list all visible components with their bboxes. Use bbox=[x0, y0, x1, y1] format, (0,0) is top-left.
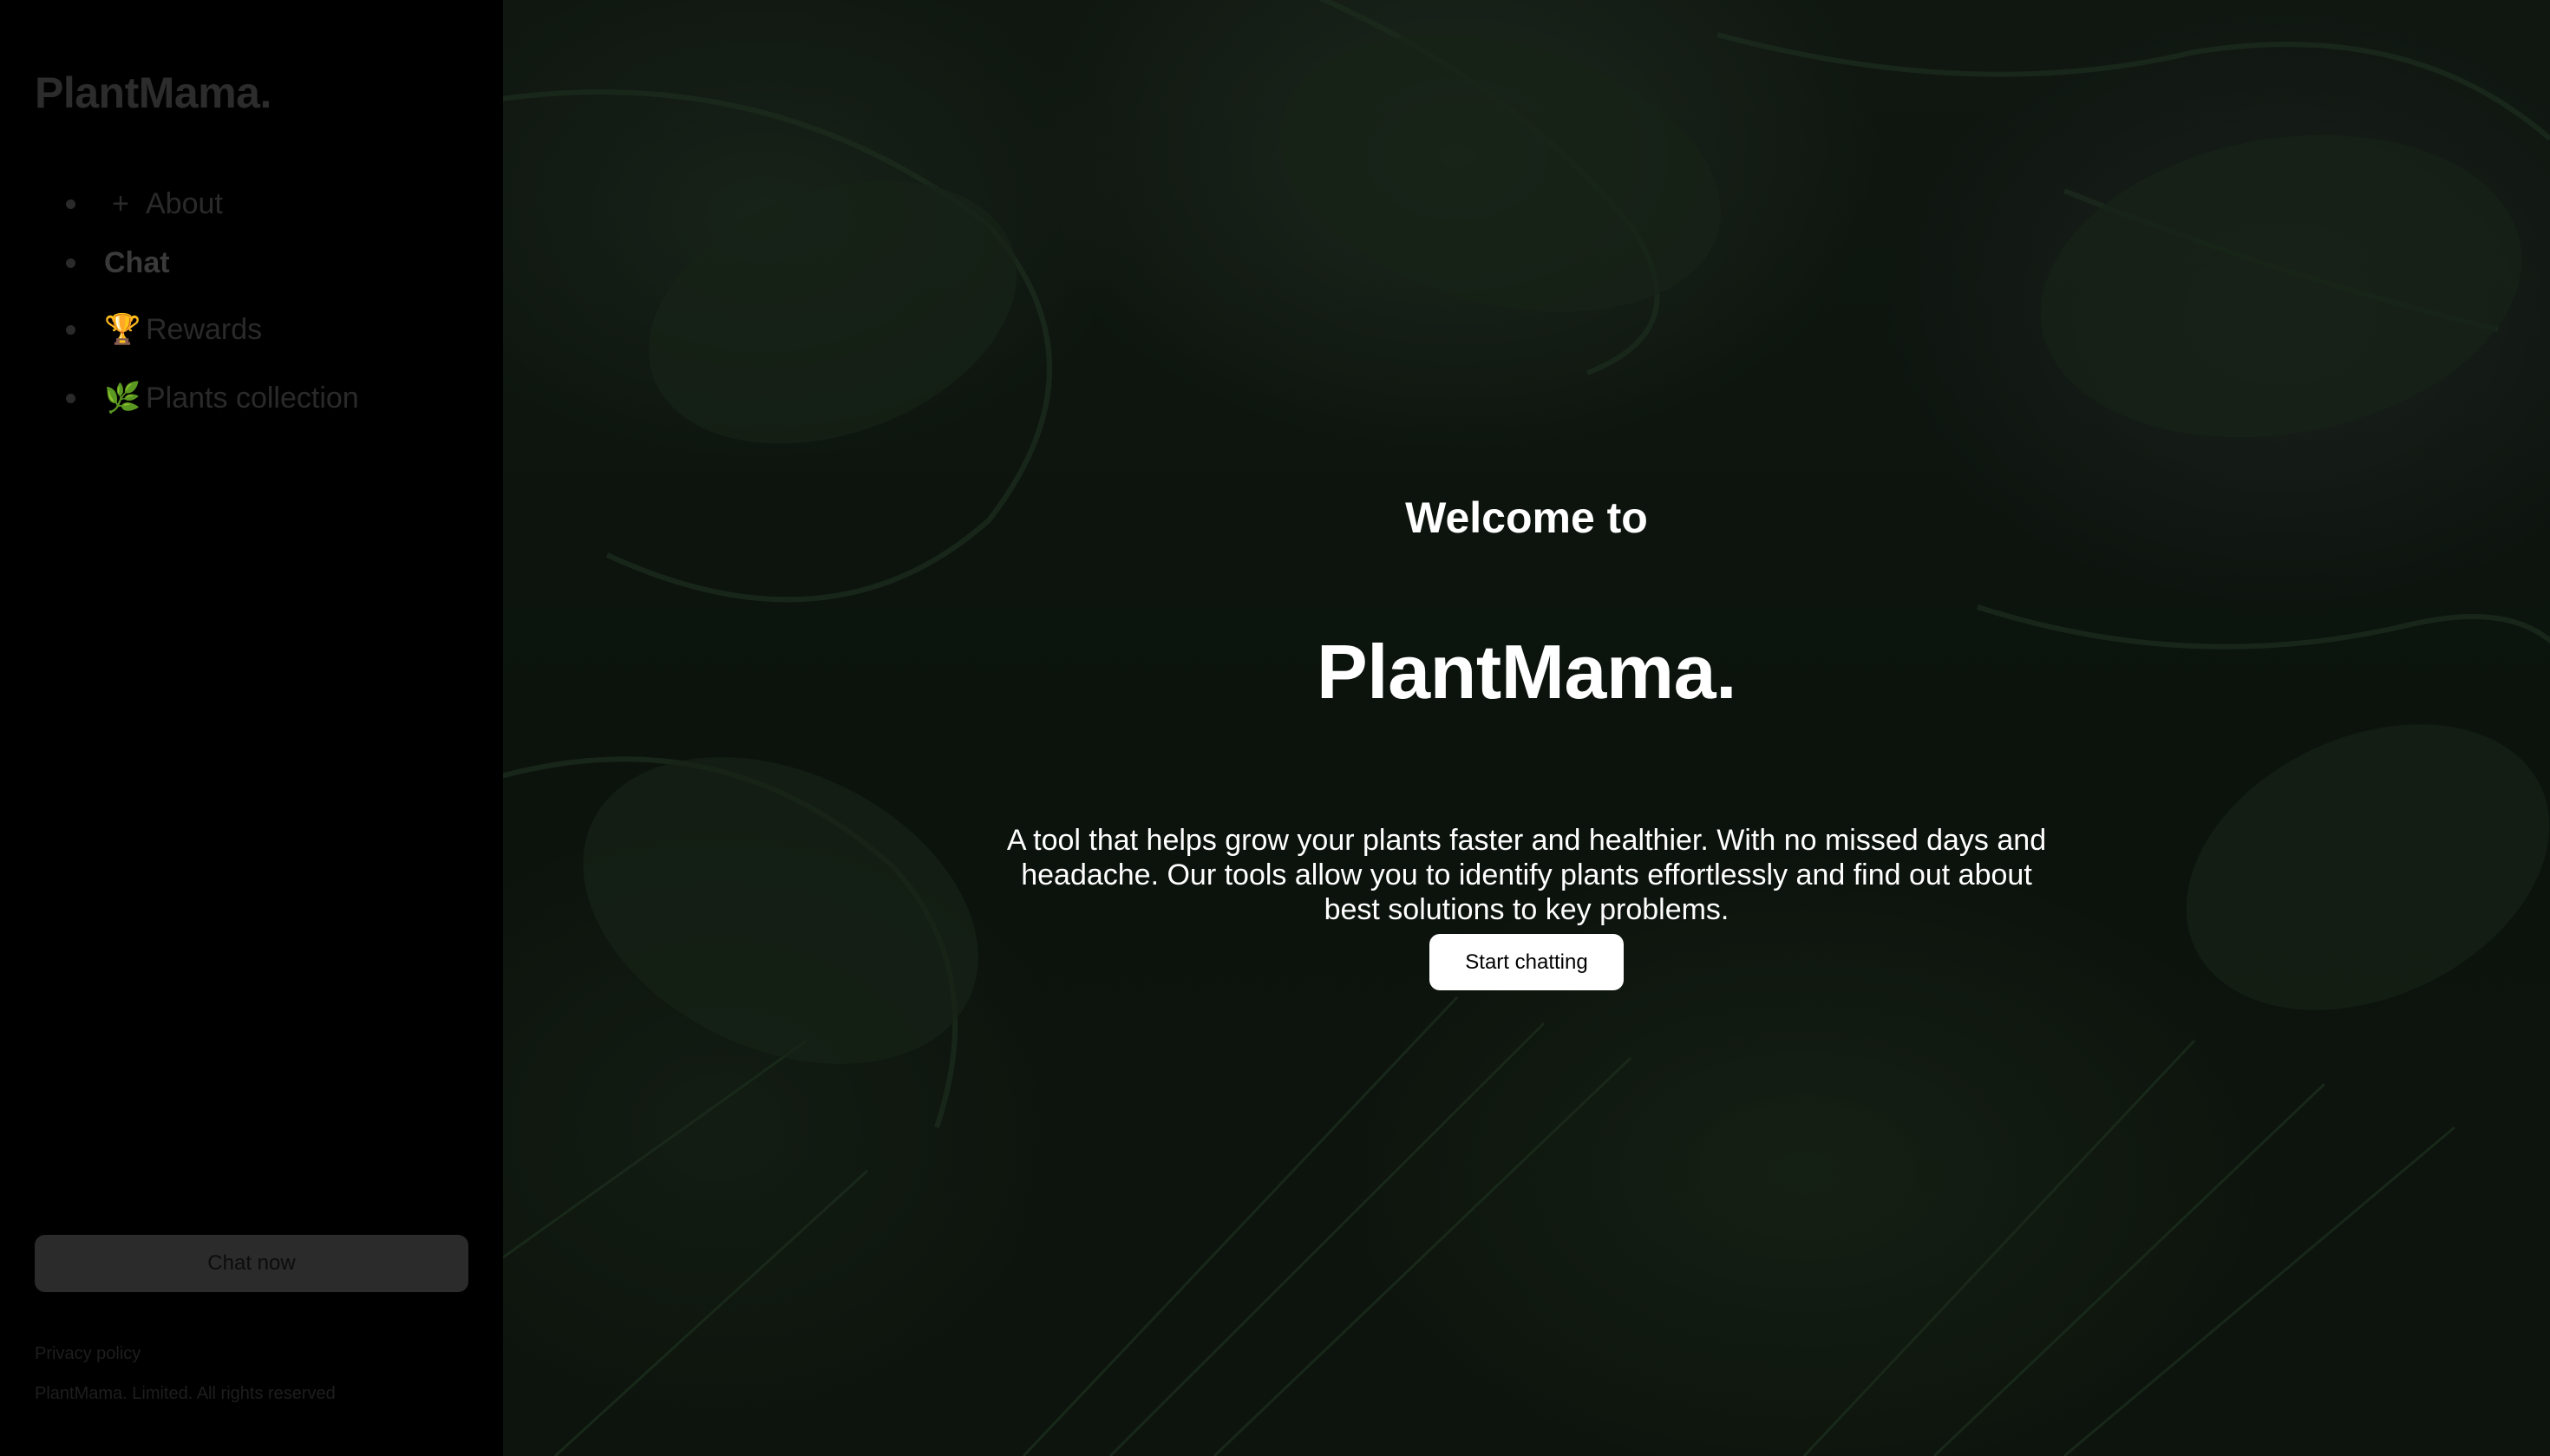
hero-description: A tool that helps grow your plants faste… bbox=[1006, 824, 2047, 926]
sidebar: PlantMama. + About Chat 🏆 Rewards 🌿 Plan… bbox=[0, 0, 503, 1456]
hero-section: Welcome to PlantMama. A tool that helps … bbox=[503, 0, 2550, 1456]
nav-item-label: Plants collection bbox=[146, 381, 359, 415]
nav-item-about[interactable]: + About bbox=[66, 178, 359, 230]
trophy-icon: 🏆 bbox=[104, 313, 141, 346]
copyright-text: PlantMama. Limited. All rights reserved bbox=[35, 1384, 336, 1403]
privacy-policy-link[interactable]: Privacy policy bbox=[35, 1344, 141, 1364]
welcome-heading: Welcome to bbox=[1405, 493, 1648, 542]
hero-title: PlantMama. bbox=[1316, 629, 1737, 715]
sidebar-brand-logo[interactable]: PlantMama. bbox=[35, 68, 271, 118]
start-chatting-button[interactable]: Start chatting bbox=[1429, 934, 1624, 990]
leaf-background-image bbox=[503, 0, 2550, 1456]
nav-item-chat[interactable]: Chat bbox=[66, 230, 359, 296]
nav-item-label: Chat bbox=[104, 245, 170, 279]
plus-icon: + bbox=[112, 186, 129, 220]
nav-item-plants-collection[interactable]: 🌿 Plants collection bbox=[66, 363, 359, 433]
nav-item-label: Rewards bbox=[146, 312, 263, 346]
nav-item-label: About bbox=[146, 186, 223, 220]
herb-icon: 🌿 bbox=[104, 382, 141, 415]
nav-item-rewards[interactable]: 🏆 Rewards bbox=[66, 296, 359, 363]
chat-now-button[interactable]: Chat now bbox=[35, 1235, 468, 1292]
sidebar-nav: + About Chat 🏆 Rewards 🌿 Plants collecti… bbox=[66, 178, 359, 433]
